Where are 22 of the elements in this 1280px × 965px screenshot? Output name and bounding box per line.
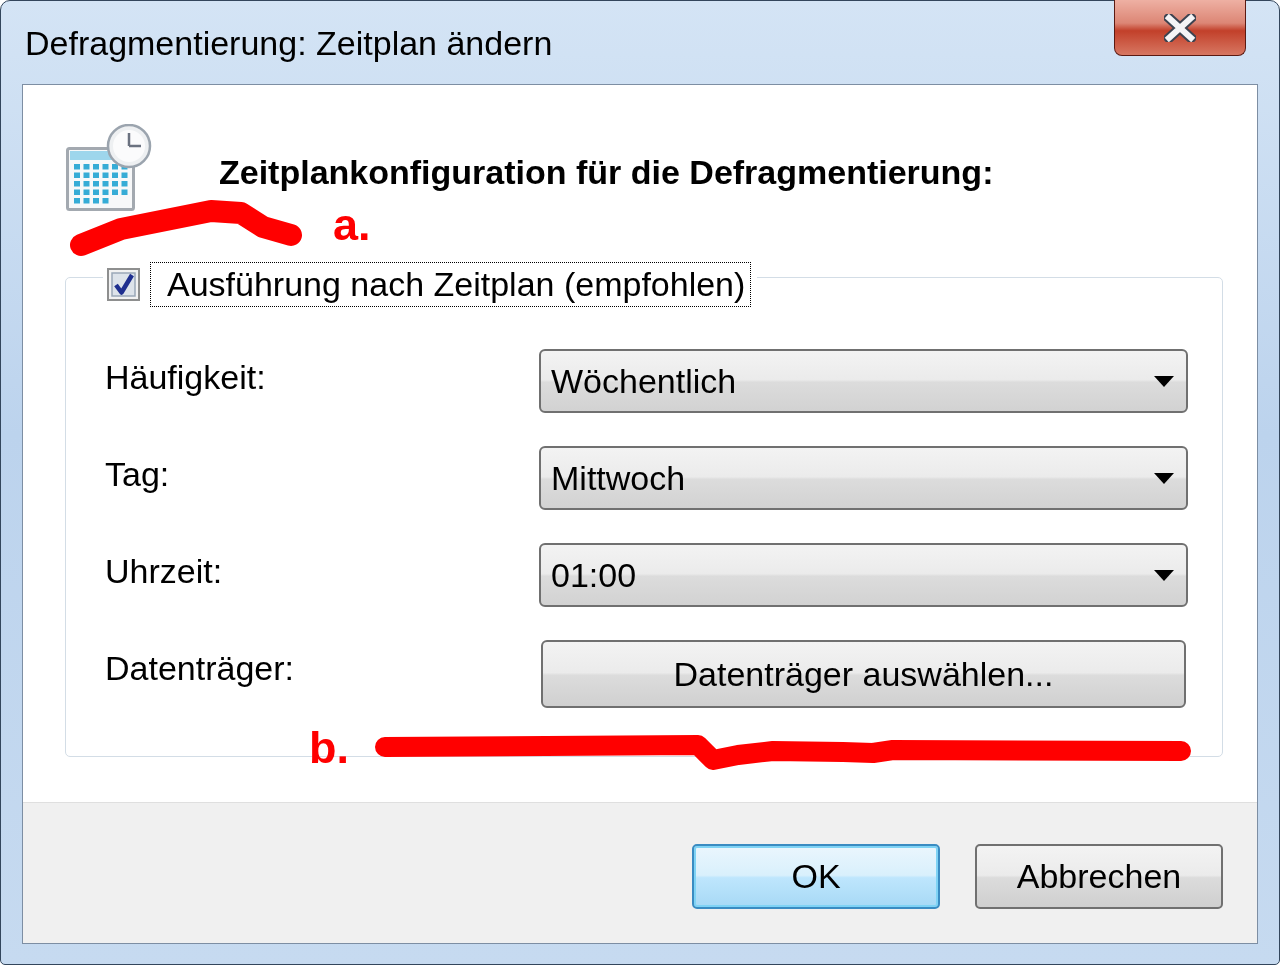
checkbox[interactable] [107,268,140,301]
field-label: Tag: [105,455,170,493]
dropdown[interactable]: Wöchentlich [539,349,1188,413]
dropdown[interactable]: 01:00 [539,543,1188,607]
caret-icon [1154,472,1174,484]
field-label: Häufigkeit: [105,358,266,396]
field-label: Datenträger: [105,649,294,687]
close-icon [1164,13,1196,42]
dialog-button[interactable]: OK [692,844,940,909]
caret-icon [1154,375,1174,387]
close-button[interactable] [1114,0,1246,56]
annotation-label: a. [333,202,371,247]
dialog-button[interactable]: Abbrechen [975,844,1223,909]
annotation-label: b. [309,725,349,770]
dialog-heading: Zeitplankonfiguration für die Defragmentierung: [219,151,994,192]
caret-icon [1154,569,1174,581]
checkbox-label[interactable]: Ausführung nach Zeitplan (empfohlen) [150,262,752,307]
field-label: Uhrzeit: [105,552,223,590]
calendar-clock-icon [66,124,152,211]
window-title: Defragmentierung: Zeitplan ändern [25,23,553,63]
dropdown[interactable]: Mittwoch [539,446,1188,510]
select-disks-button[interactable]: Datenträger auswählen... [541,640,1186,708]
